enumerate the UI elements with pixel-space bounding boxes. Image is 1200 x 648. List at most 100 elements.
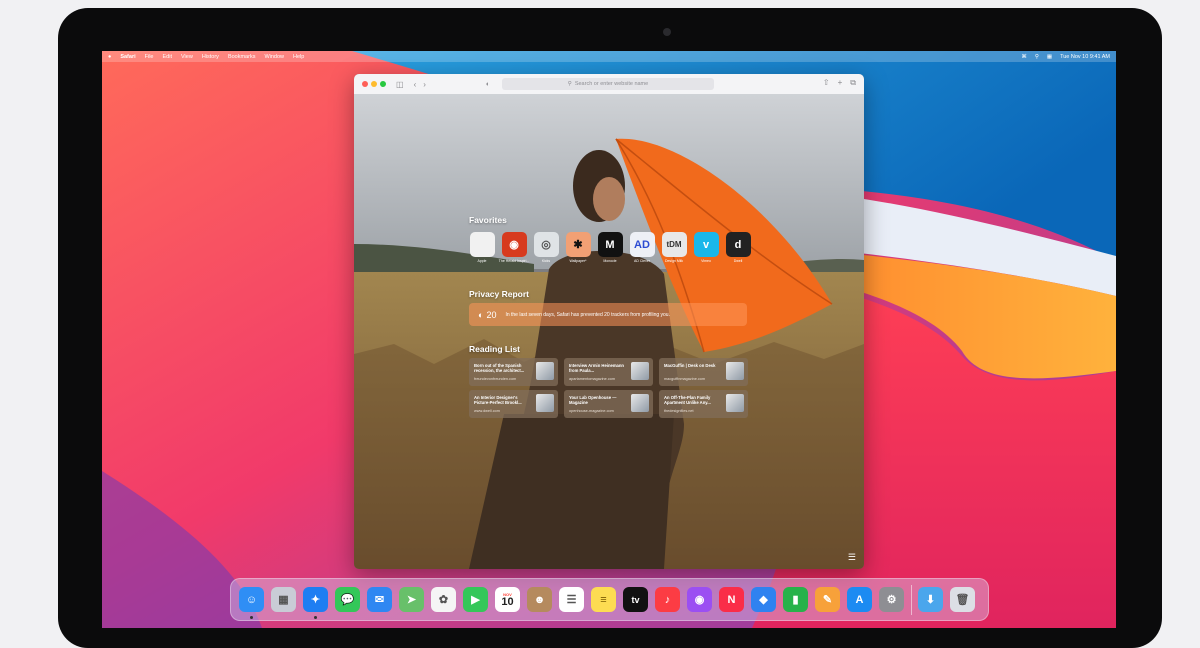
kicks-logo-icon: ◎: [533, 232, 559, 257]
menu-window[interactable]: Window: [264, 54, 284, 60]
favorite-apple[interactable]: Apple: [469, 232, 495, 263]
podcasts-icon[interactable]: ◉: [687, 587, 712, 612]
menu-file[interactable]: File: [145, 54, 154, 60]
privacy-report-text: In the last seven days, Safari has preve…: [505, 311, 670, 318]
app-store-icon[interactable]: A: [847, 587, 872, 612]
menu-app-safari[interactable]: Safari: [120, 54, 135, 60]
herald-logo-icon: ◉: [501, 232, 527, 257]
music-icon[interactable]: ♪: [655, 587, 680, 612]
running-indicator: [250, 616, 253, 619]
ad-logo-icon: AD: [629, 232, 655, 257]
menu-help[interactable]: Help: [293, 54, 304, 60]
favorite-monocle[interactable]: M Monocle: [597, 232, 623, 263]
numbers-icon[interactable]: ▮: [783, 587, 808, 612]
favorite-kicks[interactable]: ◎ Kicks: [533, 232, 559, 263]
design-milk-logo-icon: tDM: [661, 232, 687, 257]
favorite-design-milk[interactable]: tDM Design Milk: [661, 232, 687, 263]
reading-list-item[interactable]: An Off-The-Plan Family Apartment Unlike …: [659, 390, 748, 418]
control-center-icon[interactable]: ▦: [1047, 54, 1052, 60]
spotlight-icon[interactable]: ⚲: [1035, 54, 1039, 60]
pages-icon[interactable]: ✎: [815, 587, 840, 612]
reading-list-grid: Born out of the Spanish recession, the a…: [469, 358, 748, 418]
favorites-heading: Favorites: [469, 215, 507, 225]
reading-list-item[interactable]: Born out of the Spanish recession, the a…: [469, 358, 558, 386]
sidebar-toggle-icon[interactable]: ◫: [396, 80, 404, 89]
back-icon[interactable]: ‹: [414, 80, 417, 89]
downloads-folder-icon[interactable]: ⬇: [918, 587, 943, 612]
vimeo-logo-icon: v: [693, 232, 719, 257]
trash-icon[interactable]: 🗑: [950, 587, 975, 612]
messages-icon[interactable]: 💬: [335, 587, 360, 612]
monocle-logo-icon: M: [597, 232, 623, 257]
favorite-ad[interactable]: AD AD Clever: [629, 232, 655, 263]
finder-icon[interactable]: ☺: [239, 587, 264, 612]
favorite-vimeo[interactable]: v Vimeo: [693, 232, 719, 263]
screen: ● Safari File Edit View History Bookmark…: [102, 51, 1116, 628]
reading-list-item[interactable]: Your Lab Openhouse — Magazine openhouse-m…: [564, 390, 653, 418]
apple-menu-icon[interactable]: ●: [108, 54, 111, 60]
tv-icon[interactable]: tv: [623, 587, 648, 612]
menu-history[interactable]: History: [202, 54, 219, 60]
tracker-count: 20: [486, 309, 497, 320]
reading-list-heading: Reading List: [469, 344, 521, 354]
safari-window: ◫ ‹ › ◐ ⚲ Search or enter website name ⇧…: [354, 74, 864, 569]
menu-edit[interactable]: Edit: [163, 54, 172, 60]
reading-list-item[interactable]: MacGuffin | Desk on Desk macguffinmagazin…: [659, 358, 748, 386]
maps-icon[interactable]: ➤: [399, 587, 424, 612]
dock-separator: [911, 584, 912, 615]
apple-logo-icon: [469, 232, 495, 257]
reading-list-item[interactable]: Interview Armin Heinemann from Paula... a…: [564, 358, 653, 386]
search-icon: ⚲: [567, 81, 572, 87]
menu-bar: ● Safari File Edit View History Bookmark…: [102, 51, 1116, 62]
address-bar[interactable]: ⚲ Search or enter website name: [502, 78, 714, 90]
address-bar-placeholder: Search or enter website name: [574, 81, 649, 87]
share-icon[interactable]: ⇧: [823, 78, 830, 88]
privacy-report-card[interactable]: ◐ 20 In the last seven days, Safari has …: [469, 303, 747, 326]
reading-list-item[interactable]: An Interior Designer's Picture-Perfect B…: [469, 390, 558, 418]
menu-bookmarks[interactable]: Bookmarks: [228, 54, 256, 60]
dwell-logo-icon: d: [725, 232, 751, 257]
notes-icon[interactable]: ≡: [591, 587, 616, 612]
new-tab-icon[interactable]: +: [838, 78, 843, 88]
privacy-report-heading: Privacy Report: [469, 289, 529, 299]
favorite-dwell[interactable]: d Dwell: [725, 232, 751, 263]
shield-icon: ◐: [478, 309, 484, 320]
system-preferences-icon[interactable]: ⚙: [879, 587, 904, 612]
launchpad-icon[interactable]: ▦: [271, 587, 296, 612]
wifi-icon[interactable]: ⌘: [1021, 54, 1027, 60]
mail-icon[interactable]: ✉: [367, 587, 392, 612]
menubar-clock[interactable]: Tue Nov 10 9:41 AM: [1060, 54, 1110, 60]
start-page: Favorites Apple ◉ The Herald Inspiri... ◎…: [354, 94, 864, 569]
close-window-button[interactable]: [362, 81, 368, 87]
reminders-icon[interactable]: ☰: [559, 587, 584, 612]
safari-icon[interactable]: ✦: [303, 587, 328, 612]
safari-toolbar: ◫ ‹ › ◐ ⚲ Search or enter website name ⇧…: [354, 74, 864, 95]
favorite-herald[interactable]: ◉ The Herald Inspiri...: [499, 232, 529, 263]
favorite-wallpaper[interactable]: ✱ Wallpaper*: [565, 232, 591, 263]
menu-view[interactable]: View: [181, 54, 193, 60]
forward-icon[interactable]: ›: [423, 80, 426, 89]
tab-overview-icon[interactable]: ⧉: [850, 78, 856, 88]
reading-item-thumbnail: [536, 362, 554, 380]
reading-item-thumbnail: [726, 362, 744, 380]
zoom-window-button[interactable]: [380, 81, 386, 87]
running-indicator: [314, 616, 317, 619]
news-icon[interactable]: N: [719, 587, 744, 612]
calendar-icon[interactable]: NOV 10: [495, 587, 520, 612]
facetime-icon[interactable]: ▶: [463, 587, 488, 612]
minimize-window-button[interactable]: [371, 81, 377, 87]
reading-item-thumbnail: [631, 394, 649, 412]
keynote-icon[interactable]: ◆: [751, 587, 776, 612]
reading-item-thumbnail: [726, 394, 744, 412]
camera-icon: [663, 28, 671, 36]
dock: ☺ ▦ ✦ 💬 ✉ ➤ ✿ ▶ NOV 10 ☻ ☰ ≡ tv ♪ ◉ N ◆ ▮ ✎ A ⚙ ⬇ 🗑: [230, 578, 989, 621]
wallpaper-logo-icon: ✱: [565, 232, 591, 257]
photos-icon[interactable]: ✿: [431, 587, 456, 612]
favorites-grid: Apple ◉ The Herald Inspiri... ◎ Kicks ✱ Wal…: [469, 232, 757, 263]
calendar-day: 10: [501, 595, 514, 608]
reading-item-thumbnail: [536, 394, 554, 412]
privacy-shield-icon[interactable]: ◐: [486, 81, 490, 88]
customize-start-page-icon[interactable]: ☰: [848, 552, 856, 563]
contacts-icon[interactable]: ☻: [527, 587, 552, 612]
start-page-background-photo: [354, 94, 864, 569]
